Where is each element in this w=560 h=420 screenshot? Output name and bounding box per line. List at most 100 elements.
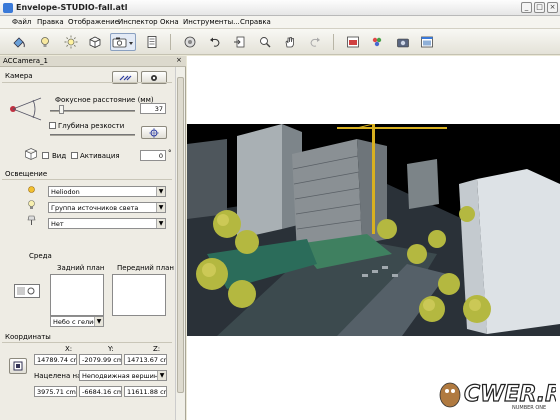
view-cube-icon (24, 147, 38, 163)
light-preset-value: Heliodon (51, 188, 80, 196)
minimize-button[interactable]: _ (521, 2, 532, 13)
maximize-button[interactable]: □ (534, 2, 545, 13)
application-window: Envelope-STUDIO-fall.atl _ □ × Файл Прав… (0, 0, 560, 420)
section-divider (2, 82, 172, 83)
z-label: Z: (153, 345, 161, 353)
coordinates-heading: Координаты (5, 333, 51, 341)
app-icon (3, 3, 13, 13)
close-button[interactable]: × (547, 2, 558, 13)
window-title: Envelope-STUDIO-fall.atl (16, 3, 128, 12)
menu-help[interactable]: Справка (240, 18, 271, 26)
target-x-input[interactable]: 3975.71 cm (34, 386, 77, 397)
activation-checkbox[interactable] (71, 152, 78, 159)
degree-symbol: ° (168, 149, 172, 157)
light-group-select[interactable]: Группа источников света ▼ (48, 202, 166, 213)
chevron-down-icon: ▼ (157, 371, 166, 380)
position-lock-button[interactable] (9, 358, 27, 374)
position-y-input[interactable]: -2079.99 cm (79, 354, 122, 365)
camera-heading: Камера (5, 72, 33, 80)
undo-icon[interactable] (206, 33, 224, 51)
svg-text:NUMBER ONE: NUMBER ONE (512, 405, 546, 411)
menu-tools[interactable]: Инструменты... (183, 18, 240, 26)
panel-close-icon[interactable]: × (176, 56, 182, 64)
section-divider (2, 342, 172, 343)
cube-icon[interactable] (86, 33, 104, 51)
title-bar: Envelope-STUDIO-fall.atl _ □ × (0, 0, 560, 16)
palette-icon[interactable] (368, 33, 386, 51)
target-button[interactable] (141, 126, 167, 139)
calculator-icon[interactable] (143, 33, 161, 51)
menu-inspector[interactable]: Инспектор (118, 18, 158, 26)
paint-bucket-icon[interactable] (10, 33, 28, 51)
focal-length-slider-thumb[interactable] (59, 105, 64, 114)
target-mode-select[interactable]: Неподвижная вершина: ▼ (79, 370, 167, 381)
target-label: Нацелена на: (34, 372, 84, 380)
activation-angle-input[interactable]: 0 (140, 150, 166, 161)
foreground-preview[interactable] (112, 274, 166, 316)
sky-type-select[interactable]: Небо с гелиод ▼ (50, 316, 104, 327)
position-z-input[interactable]: 14713.67 cm (124, 354, 167, 365)
lamp-icon (26, 214, 37, 228)
focal-length-label: Фокусное расстояние (мм) (55, 96, 154, 104)
y-label: Y: (108, 345, 114, 353)
lighting-heading: Освещение (5, 170, 48, 178)
scrollbar-thumb[interactable] (177, 77, 184, 393)
activation-label: Активация (80, 152, 120, 160)
svg-text:CWER.RU: CWER.RU (464, 382, 556, 407)
light-group-value: Группа источников света (51, 204, 139, 212)
camera-tool-button[interactable] (110, 33, 136, 51)
position-x-input[interactable]: 14789.74 cm (34, 354, 77, 365)
menu-file[interactable]: Файл (12, 18, 31, 26)
chevron-down-icon: ▼ (156, 187, 165, 196)
render-view-icon[interactable] (344, 33, 362, 51)
menu-view[interactable]: Отображение (68, 18, 119, 26)
panel-title: ACCamera_1 (3, 57, 48, 65)
background-preview[interactable] (50, 274, 104, 316)
view-label: Вид (52, 152, 67, 160)
depth-of-field-slider[interactable] (50, 134, 135, 136)
foreground-label: Передний план (117, 264, 174, 272)
background-label: Задний план (57, 264, 105, 272)
toolbar-separator (333, 34, 334, 50)
main-toolbar (0, 29, 560, 55)
camera-lens-icon (8, 94, 44, 126)
environment-toggle-icon[interactable] (14, 284, 40, 300)
menu-edit[interactable]: Правка (37, 18, 64, 26)
inspector-panel: ACCamera_1 × Камера Фокусное расстояние … (0, 56, 186, 420)
chevron-down-icon: ▼ (94, 317, 103, 326)
sun-light-icon (26, 184, 37, 197)
menu-windows[interactable]: Окна (160, 18, 179, 26)
target-y-input[interactable]: -6684.16 cm (79, 386, 122, 397)
panel-scrollbar[interactable] (175, 67, 185, 420)
chevron-down-icon: ▼ (156, 219, 165, 228)
rendered-scene[interactable] (187, 124, 560, 336)
sun-icon[interactable] (62, 33, 80, 51)
pan-hand-icon[interactable] (281, 33, 299, 51)
focal-length-input[interactable]: 37 (140, 103, 166, 114)
watermark-logo: CWER.RU NUMBER ONE (430, 369, 560, 413)
depth-of-field-checkbox[interactable] (49, 122, 56, 129)
target-z-input[interactable]: 11611.88 cm (124, 386, 167, 397)
redo-icon[interactable] (306, 33, 324, 51)
menu-bar: Файл Правка Отображение Инспектор Окна И… (0, 16, 560, 29)
target-mode-value: Неподвижная вершина: (82, 372, 165, 380)
light-other-value: Нет (51, 220, 64, 228)
orbit-icon[interactable] (181, 33, 199, 51)
import-icon[interactable] (231, 33, 249, 51)
view-checkbox[interactable] (42, 152, 49, 159)
environment-heading: Среда (29, 252, 52, 260)
window-image-icon[interactable] (418, 33, 436, 51)
light-other-select[interactable]: Нет ▼ (48, 218, 166, 229)
x-label: X: (65, 345, 73, 353)
photo-camera-icon[interactable] (394, 33, 412, 51)
light-bulb-icon[interactable] (36, 33, 54, 51)
light-preset-select[interactable]: Heliodon ▼ (48, 186, 166, 197)
scene-rendering (187, 124, 560, 336)
toolbar-separator (170, 34, 171, 50)
chevron-down-icon: ▼ (156, 203, 165, 212)
bulb-light-icon (26, 199, 37, 212)
3d-viewport[interactable]: CWER.RU NUMBER ONE (187, 56, 560, 420)
zoom-icon[interactable] (256, 33, 274, 51)
section-divider (2, 179, 172, 180)
panel-header: ACCamera_1 × (0, 56, 186, 67)
